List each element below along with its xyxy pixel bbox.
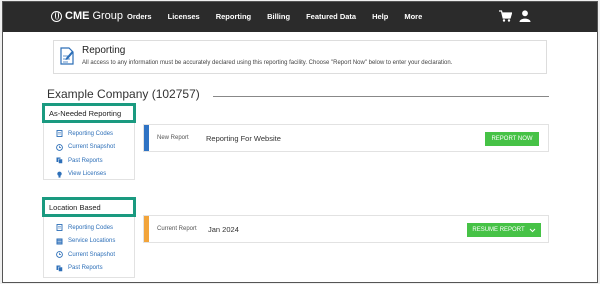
current-report-card: Current Report Jan 2024 RESUME REPORT <box>143 215 549 243</box>
browser-frame: CME Group Orders Licenses Reporting Bill… <box>2 1 598 283</box>
sidebar-item-reporting-codes[interactable]: Reporting Codes <box>56 127 115 141</box>
current-report-value: Jan 2024 <box>208 225 239 234</box>
sidebar-item-past-reports[interactable]: Past Reports <box>56 262 115 276</box>
new-report-card: New Report Reporting For Website REPORT … <box>143 124 549 152</box>
document-icon <box>56 224 63 232</box>
report-now-button[interactable]: REPORT NOW <box>485 132 539 146</box>
card-stripe-orange <box>144 216 149 242</box>
sidebar-item-current-snapshot[interactable]: Current Snapshot <box>56 141 115 155</box>
resume-report-button[interactable]: RESUME REPORT <box>467 223 541 237</box>
new-report-value: Reporting For Website <box>206 134 281 143</box>
main-content: Reporting All access to any information … <box>3 32 597 282</box>
nav-links: Orders Licenses Reporting Billing Featur… <box>127 12 438 21</box>
lightbulb-icon <box>57 171 62 178</box>
nav-more[interactable]: More <box>404 12 422 21</box>
company-divider <box>213 96 549 97</box>
sidebar-item-current-snapshot[interactable]: Current Snapshot <box>56 248 115 262</box>
list-icon <box>56 238 63 245</box>
sidebar-item-label: Current Snapshot <box>68 144 116 151</box>
card-stripe-blue <box>144 125 149 151</box>
as-needed-reporting-panel: As-Needed Reporting Reporting Codes Curr… <box>42 103 136 182</box>
sidebar-item-service-locations[interactable]: Service Locations <box>56 235 115 249</box>
nav-billing[interactable]: Billing <box>267 12 290 21</box>
new-report-label: New Report <box>157 135 189 141</box>
shopping-cart-icon[interactable] <box>499 10 512 22</box>
reporting-banner: Reporting All access to any information … <box>53 40 547 74</box>
clock-icon <box>56 143 63 151</box>
nav-help[interactable]: Help <box>372 12 388 21</box>
sidebar-item-label: Reporting Codes <box>68 130 114 137</box>
cme-group-logo[interactable]: CME Group <box>51 10 123 22</box>
nav-licenses[interactable]: Licenses <box>168 12 200 21</box>
nav-featured-data[interactable]: Featured Data <box>306 12 356 21</box>
banner-description: All access to any information must be ac… <box>82 60 453 66</box>
globe-icon <box>51 10 62 22</box>
copy-icon <box>56 265 63 272</box>
chevron-down-icon <box>529 228 535 232</box>
sidebar-item-label: Current Snapshot <box>68 251 116 258</box>
sidebar-item-label: Service Locations <box>68 238 116 245</box>
clock-icon <box>56 251 63 259</box>
location-based-heading: Location Based <box>42 197 136 217</box>
company-title: Example Company (102757) <box>47 87 200 101</box>
copy-icon <box>56 157 63 164</box>
document-icon <box>56 130 63 138</box>
logo-text: Group <box>92 10 124 22</box>
sidebar-item-label: Past Reports <box>68 157 103 164</box>
user-icon[interactable] <box>519 10 531 22</box>
sidebar-item-reporting-codes[interactable]: Reporting Codes <box>56 221 115 235</box>
nav-orders[interactable]: Orders <box>127 12 152 21</box>
top-nav-bar: CME Group Orders Licenses Reporting Bill… <box>3 2 597 32</box>
sidebar-item-label: Past Reports <box>68 265 103 272</box>
sidebar-item-view-licenses[interactable]: View Licenses <box>56 168 115 182</box>
logo-text-bold: CME <box>65 10 90 22</box>
sidebar-item-label: View Licenses <box>68 171 107 178</box>
document-edit-icon <box>60 47 74 65</box>
nav-reporting[interactable]: Reporting <box>216 12 251 21</box>
sidebar-item-label: Reporting Codes <box>68 224 114 231</box>
sidebar-item-past-reports[interactable]: Past Reports <box>56 154 115 168</box>
resume-report-label: RESUME REPORT <box>472 227 525 233</box>
as-needed-reporting-heading: As-Needed Reporting <box>42 103 136 123</box>
page-title: Reporting <box>82 45 126 56</box>
current-report-label: Current Report <box>157 226 197 232</box>
location-based-panel: Location Based Reporting Codes Service L… <box>42 197 136 278</box>
